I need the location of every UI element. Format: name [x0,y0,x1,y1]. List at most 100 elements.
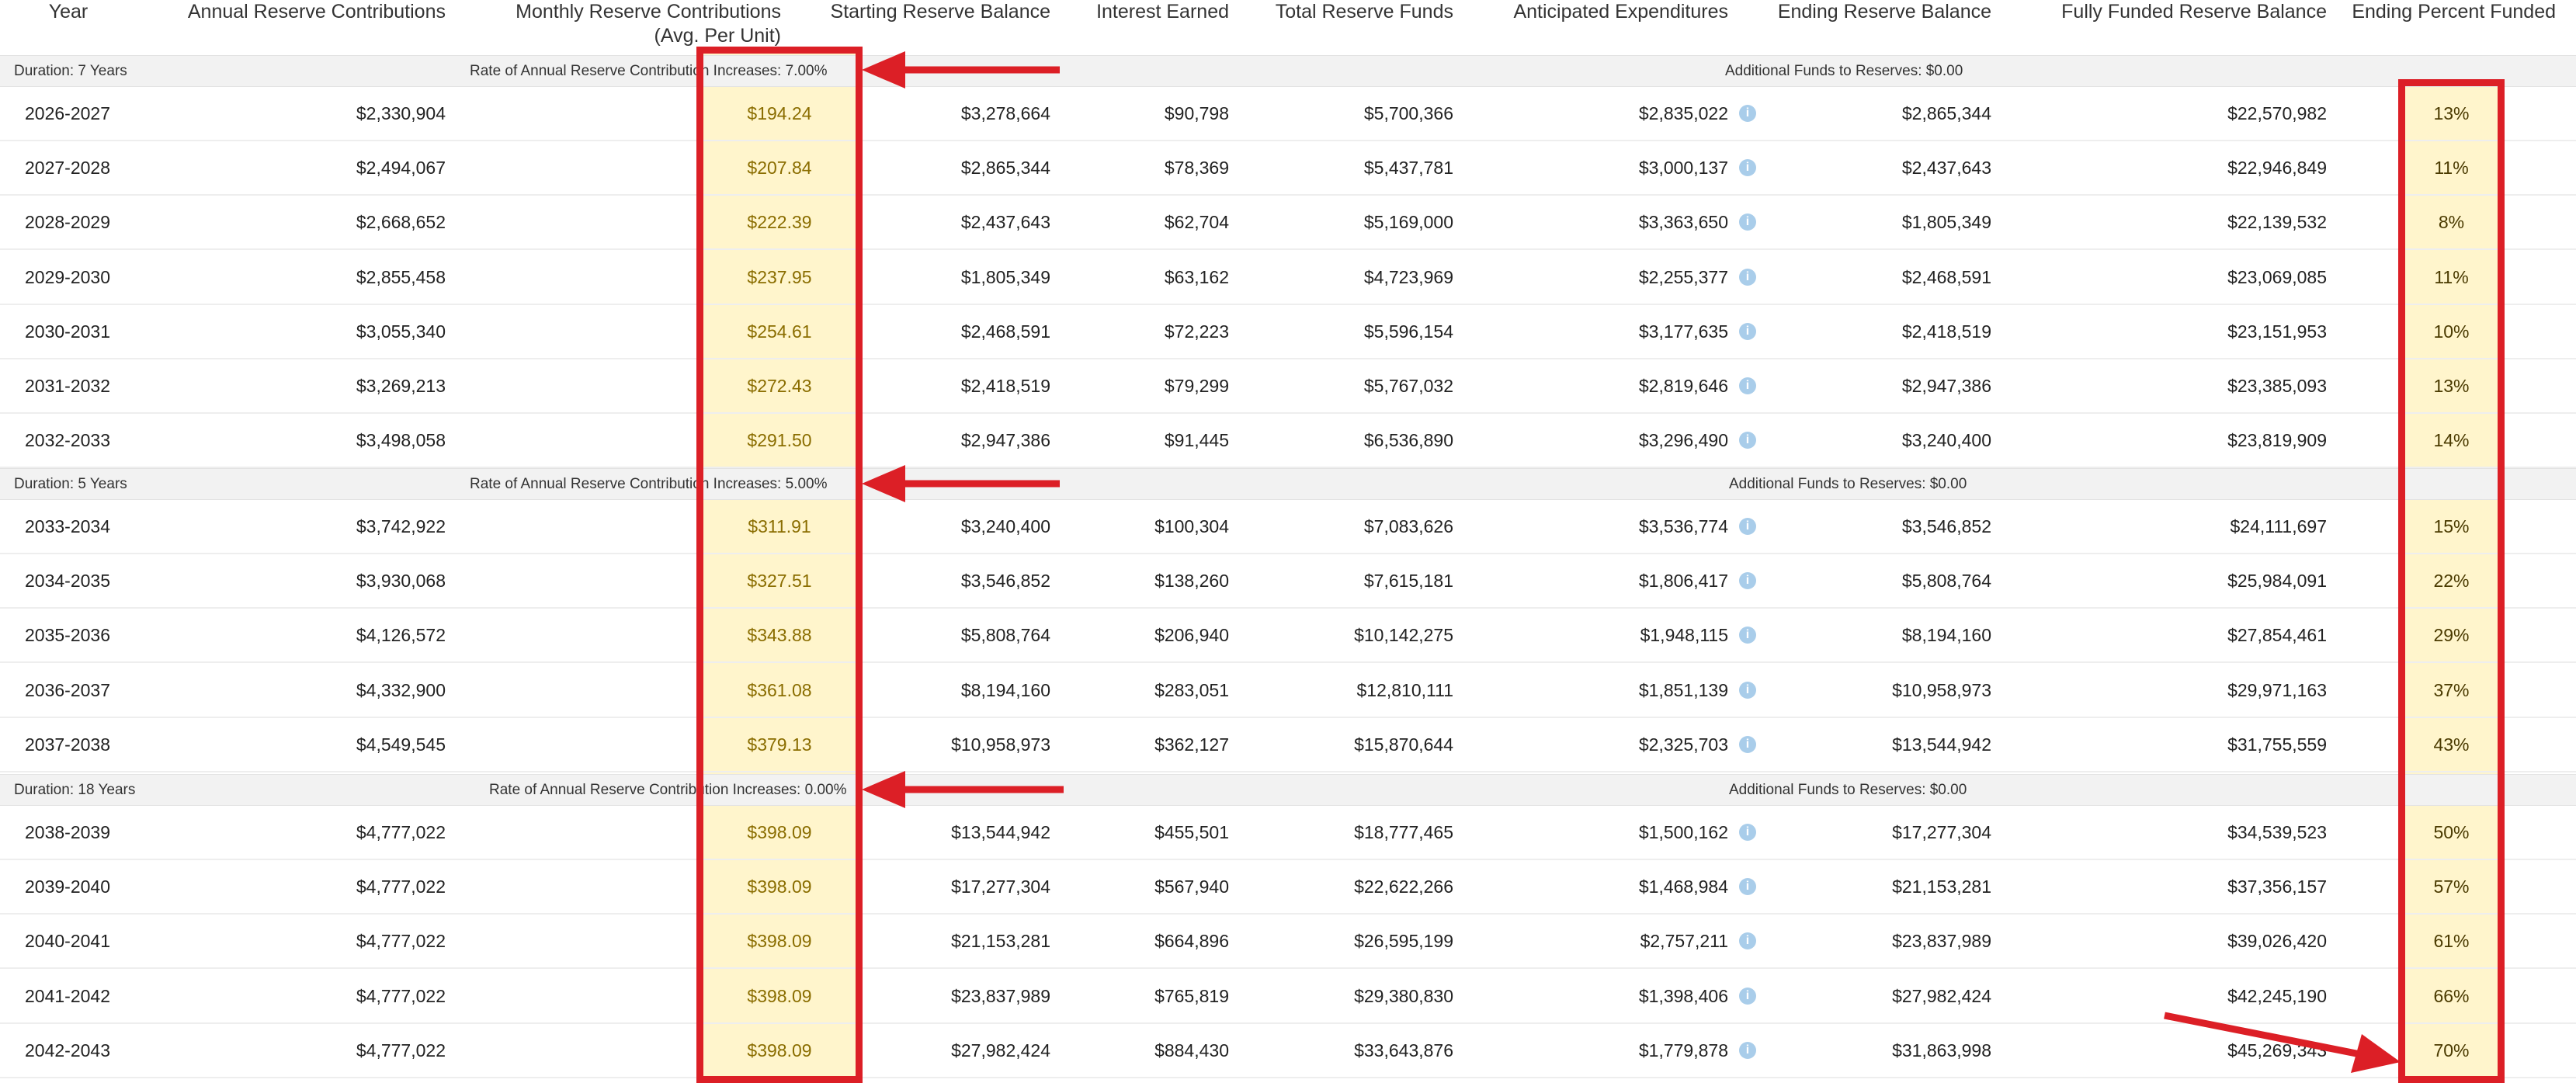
cell-year: 2042-2043 [25,1024,141,1077]
cell-year: 2026-2027 [25,87,141,140]
cell-interest: $567,940 [1064,860,1229,913]
table-header: Year Annual Reserve Contributions Monthl… [0,0,2576,54]
cell-annual: $4,777,022 [179,1024,446,1077]
info-icon[interactable]: i [1739,735,1756,753]
cell-value: $22,570,982 [2227,103,2327,123]
cell-ending: $17,277,304 [1755,806,1991,859]
cell-value: 57% [2433,876,2470,897]
cell-interest: $283,051 [1064,664,1229,717]
table-row: 2040-2041 $4,777,022 $398.09 $21,153,281 $66… [0,915,2576,970]
cell-ending: $3,240,400 [1755,414,1991,467]
cell-value: 2034-2035 [25,571,110,592]
cell-value: $27,854,461 [2227,625,2327,646]
cell-total: $5,169,000 [1242,196,1453,248]
cell-ending: $3,546,852 [1755,500,1991,553]
cell-value: 2040-2041 [25,931,110,952]
info-icon[interactable]: i [1739,432,1756,450]
cell-value: 43% [2433,734,2470,755]
cell-pct: 13% [2403,359,2500,412]
cell-value: $7,615,181 [1363,571,1453,592]
cell-total: $5,767,032 [1242,359,1453,412]
cell-value: $4,549,545 [356,734,446,755]
header-fully-funded-balance: Fully Funded Reserve Balance [2061,1,2327,23]
cell-starting: $21,153,281 [800,915,1050,967]
cell-value: $4,723,969 [1363,266,1453,287]
cell-value: $3,498,058 [356,430,446,451]
cell-value: 11% [2434,266,2469,287]
cell-fully-funded: $42,245,190 [2019,970,2327,1022]
cell-value: 2029-2030 [25,266,110,287]
table-row: 2030-2031 $3,055,340 $254.61 $2,468,591 $72,… [0,305,2576,359]
cell-value: $3,742,922 [356,516,446,536]
cell-total: $26,595,199 [1242,915,1453,967]
info-icon[interactable]: i [1739,159,1756,177]
cell-value: 2035-2036 [25,625,110,646]
cell-starting: $27,982,424 [800,1024,1050,1077]
cell-pct: 57% [2403,860,2500,913]
cell-ending: $2,418,519 [1755,305,1991,358]
info-icon[interactable]: i [1739,377,1756,394]
cell-value: $10,142,275 [1354,625,1453,646]
cell-annual: $2,330,904 [179,87,446,140]
section-header: Duration: 7 Years Rate of Annual Reserve … [0,55,2576,87]
info-icon[interactable]: i [1739,517,1756,535]
cell-value: $29,380,830 [1354,985,1453,1006]
cell-value: 11% [2434,158,2469,179]
cell-fully-funded: $27,854,461 [2019,609,2327,661]
cell-pct: 13% [2403,87,2500,140]
cell-value: $4,332,900 [356,679,446,700]
cell-value: $2,865,344 [960,158,1050,179]
info-icon[interactable]: i [1739,932,1756,950]
cell-value: $23,069,085 [2227,266,2327,287]
cell-year: 2031-2032 [25,359,141,412]
cell-expenditures: $3,363,650 i [1475,196,1775,248]
cell-value: $4,777,022 [356,985,446,1006]
cell-value: $3,296,490 [1638,430,1728,451]
cell-value: $5,596,154 [1363,321,1453,342]
cell-value: $8,194,160 [1901,625,1991,646]
cell-value: $206,940 [1154,625,1229,646]
cell-fully-funded: $45,269,343 [2019,1024,2327,1077]
cell-value: $45,269,343 [2227,1040,2327,1060]
cell-interest: $63,162 [1064,251,1229,304]
info-icon[interactable]: i [1739,823,1756,841]
cell-total: $7,083,626 [1242,500,1453,553]
cell-interest: $206,940 [1064,609,1229,661]
cell-expenditures: $1,851,139 i [1475,664,1775,717]
cell-total: $22,622,266 [1242,860,1453,913]
table-row: 2041-2042 $4,777,022 $398.09 $23,837,989 $76… [0,970,2576,1024]
cell-fully-funded: $23,819,909 [2019,414,2327,467]
info-icon[interactable]: i [1739,268,1756,286]
info-icon[interactable]: i [1739,987,1756,1005]
info-icon[interactable]: i [1739,878,1756,896]
cell-value: $2,437,643 [960,212,1050,233]
cell-fully-funded: $24,111,697 [2019,500,2328,553]
cell-value: $5,700,366 [1363,103,1453,123]
cell-annual: $4,777,022 [179,915,446,967]
cell-starting: $2,947,386 [800,414,1050,467]
info-icon[interactable]: i [1739,322,1756,340]
cell-value: $91,445 [1164,430,1229,451]
cell-ending: $1,805,349 [1755,196,1991,248]
cell-value: $3,240,400 [960,516,1050,536]
info-icon[interactable]: i [1739,1041,1756,1059]
cell-pct: 15% [2403,500,2500,553]
section-additional-funds: Additional Funds to Reserves: $0.00 [1725,63,1963,79]
cell-value: $2,835,022 [1638,103,1728,123]
info-icon[interactable]: i [1739,572,1756,590]
cell-value: $26,595,199 [1354,931,1453,952]
info-icon[interactable]: i [1739,104,1756,122]
cell-annual: $3,269,213 [179,359,446,412]
info-icon[interactable]: i [1739,627,1756,644]
cell-value: $2,947,386 [960,430,1050,451]
cell-ending: $10,958,973 [1755,664,1991,717]
cell-value: $3,055,340 [356,321,446,342]
info-icon[interactable]: i [1739,213,1756,231]
cell-value: 2033-2034 [25,516,110,536]
info-icon[interactable]: i [1739,681,1756,699]
cell-value: $25,984,091 [2227,571,2327,592]
cell-value: $78,369 [1164,158,1229,179]
cell-year: 2038-2039 [25,806,141,859]
cell-value: $22,139,532 [2227,212,2327,233]
cell-starting: $3,546,852 [800,554,1050,607]
